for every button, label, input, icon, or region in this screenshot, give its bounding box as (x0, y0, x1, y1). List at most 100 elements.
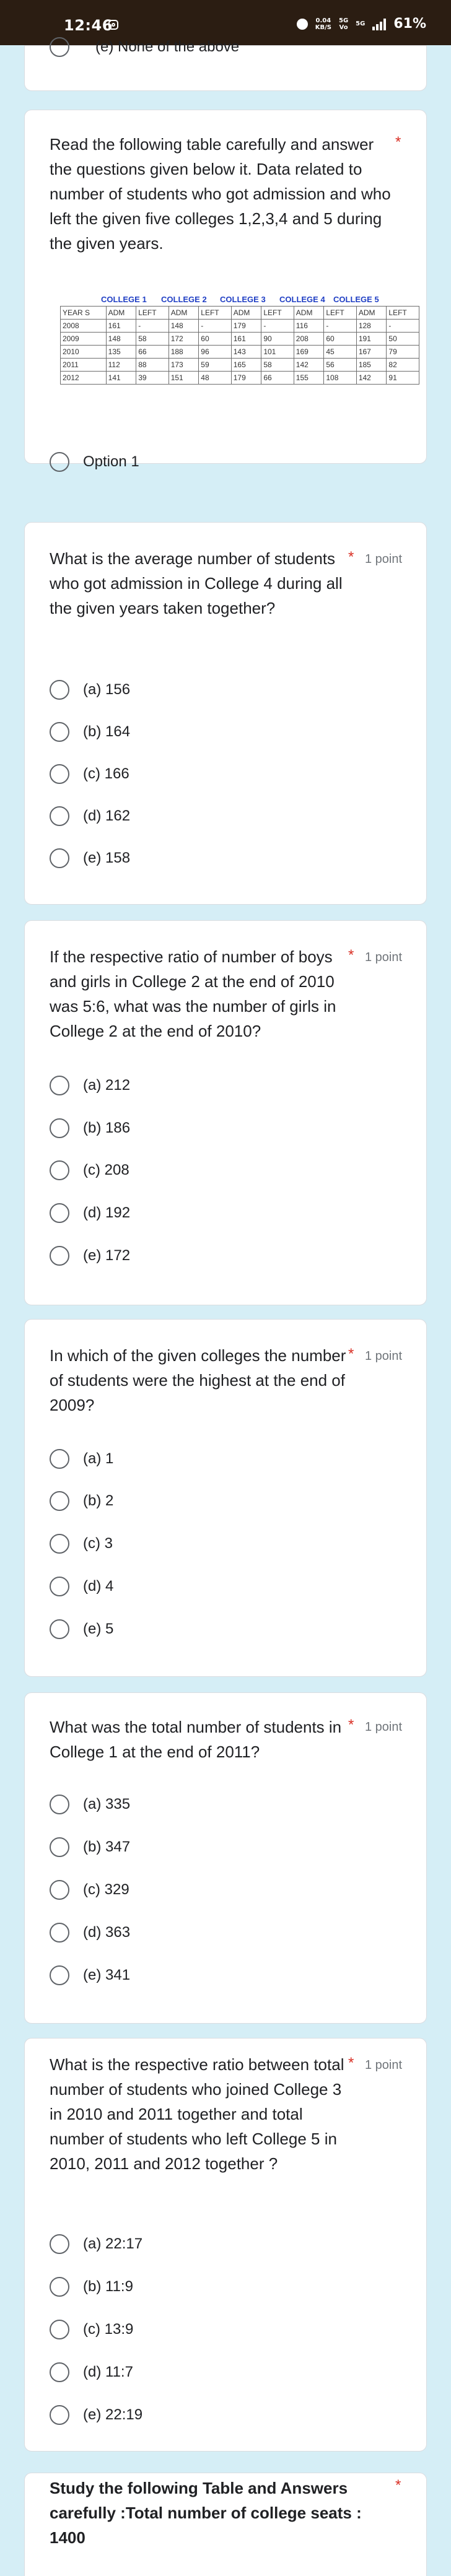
option-a[interactable]: (a) 22:17 (50, 2232, 142, 2256)
radio-button[interactable] (50, 1880, 69, 1900)
option-label: (c) 13:9 (83, 2321, 134, 2338)
network-speed-value: 0.04 (315, 17, 331, 24)
college-table: YEAR S ADM LEFT ADM LEFT ADM LEFT ADM LE… (60, 306, 419, 385)
radio-button[interactable] (50, 2277, 69, 2297)
option-b[interactable]: (b) 347 (50, 1835, 130, 1860)
option-b[interactable]: (b) 11:9 (50, 2274, 133, 2299)
table-cell: - (136, 319, 169, 333)
option-b[interactable]: (b) 186 (50, 1116, 130, 1141)
radio-button[interactable] (50, 2405, 69, 2425)
option-partial[interactable]: (e) None of the above (50, 37, 239, 57)
option-b[interactable]: (b) 164 (50, 720, 130, 744)
option-label: (a) 156 (83, 681, 131, 698)
table-cell: 59 (198, 358, 232, 372)
table-cell: 188 (168, 345, 199, 359)
college-head: COLLEGE 4 (279, 295, 325, 304)
radio-button[interactable] (50, 1118, 69, 1138)
option-d[interactable]: (d) 363 (50, 1920, 130, 1945)
radio-button[interactable] (50, 1160, 69, 1180)
radio-button[interactable] (50, 2362, 69, 2382)
radio-button[interactable] (50, 1203, 69, 1223)
option-e[interactable]: (e) 5 (50, 1617, 113, 1642)
table-cell: 148 (105, 332, 137, 346)
radio-button[interactable] (50, 764, 69, 784)
option-a[interactable]: (a) 1 (50, 1447, 113, 1471)
radio-button[interactable] (50, 680, 69, 700)
radio-button[interactable] (50, 722, 69, 742)
table-cell: 45 (323, 345, 357, 359)
radio-button[interactable] (50, 1795, 69, 1814)
table-cell: 82 (386, 358, 419, 372)
radio-button[interactable] (50, 1837, 69, 1857)
option-c[interactable]: (c) 329 (50, 1878, 129, 1902)
question-card-5: What is the respective ratio between tot… (24, 2038, 427, 2452)
table-cell: 142 (293, 358, 325, 372)
option-label: (e) 341 (83, 1967, 131, 1983)
table-cell: 101 (261, 345, 294, 359)
option-c[interactable]: (c) 166 (50, 762, 129, 786)
option-d[interactable]: (d) 4 (50, 1574, 113, 1599)
option-e[interactable]: (e) 172 (50, 1243, 130, 1268)
radio-button[interactable] (50, 1577, 69, 1596)
radio-button[interactable] (50, 1619, 69, 1639)
table-cell: 88 (136, 358, 169, 372)
table-row: 2010 135 66 188 96 143 101 169 45 167 79 (60, 345, 419, 359)
radio-button[interactable] (50, 1491, 69, 1511)
table-cell: 90 (261, 332, 294, 346)
radio-button[interactable] (50, 1076, 69, 1095)
option-a[interactable]: (a) 212 (50, 1073, 130, 1098)
status-icons: 0.04 KB/S 5G Vo 5G 61% (296, 16, 426, 32)
option-d[interactable]: (d) 192 (50, 1201, 130, 1225)
question-card-2: If the respective ratio of number of boy… (24, 920, 427, 1305)
radio-button[interactable] (50, 37, 69, 57)
table-header: LEFT (136, 306, 169, 320)
table-cell: 191 (356, 332, 387, 346)
network-speed-unit: KB/S (315, 24, 331, 31)
table-header: ADM (356, 306, 387, 320)
table-cell: 155 (293, 371, 325, 385)
option-label: (b) 11:9 (83, 2278, 133, 2295)
radio-button[interactable] (50, 2320, 69, 2339)
option-e[interactable]: (e) 341 (50, 1963, 130, 1988)
option-c[interactable]: (c) 208 (50, 1158, 129, 1183)
table-cell: 167 (356, 345, 387, 359)
option-a[interactable]: (a) 156 (50, 677, 130, 702)
radio-button[interactable] (50, 1534, 69, 1554)
table-cell: 169 (293, 345, 325, 359)
radio-button[interactable] (50, 1246, 69, 1266)
option-a[interactable]: (a) 335 (50, 1792, 130, 1817)
option-label: (e) 172 (83, 1247, 131, 1264)
radio-button[interactable] (50, 1923, 69, 1943)
radio-button[interactable] (50, 2234, 69, 2254)
required-mark: * (348, 1717, 354, 1733)
question-card-4: What was the total number of students in… (24, 1692, 427, 2024)
question-card-3: In which of the given colleges the numbe… (24, 1319, 427, 1677)
table-cell: 142 (356, 371, 387, 385)
option-label: (a) 22:17 (83, 2235, 143, 2252)
option-d[interactable]: (d) 11:7 (50, 2360, 133, 2385)
option-label: (d) 192 (83, 1204, 131, 1221)
table-cell: 66 (136, 345, 169, 359)
option-1[interactable]: Option 1 (50, 450, 139, 474)
radio-button[interactable] (50, 452, 69, 472)
option-c[interactable]: (c) 3 (50, 1531, 113, 1556)
hotspot-icon (296, 18, 308, 30)
table-cell: - (323, 319, 357, 333)
radio-button[interactable] (50, 848, 69, 868)
radio-button[interactable] (50, 1449, 69, 1469)
option-b[interactable]: (b) 2 (50, 1489, 113, 1513)
radio-button[interactable] (50, 806, 69, 826)
radio-button[interactable] (50, 1965, 69, 1985)
option-d[interactable]: (d) 162 (50, 804, 130, 829)
question-text: If the respective ratio of number of boy… (50, 947, 336, 1040)
table-cell: 60 (323, 332, 357, 346)
required-mark: * (395, 2477, 401, 2494)
college-head: COLLEGE 3 (220, 295, 266, 304)
option-c[interactable]: (c) 13:9 (50, 2317, 133, 2342)
table-cell: 66 (261, 371, 294, 385)
option-e[interactable]: (e) 22:19 (50, 2403, 142, 2427)
table-cell: 135 (105, 345, 137, 359)
option-label: (a) 335 (83, 1796, 131, 1812)
option-e[interactable]: (e) 158 (50, 846, 130, 871)
table-cell: 50 (386, 332, 419, 346)
